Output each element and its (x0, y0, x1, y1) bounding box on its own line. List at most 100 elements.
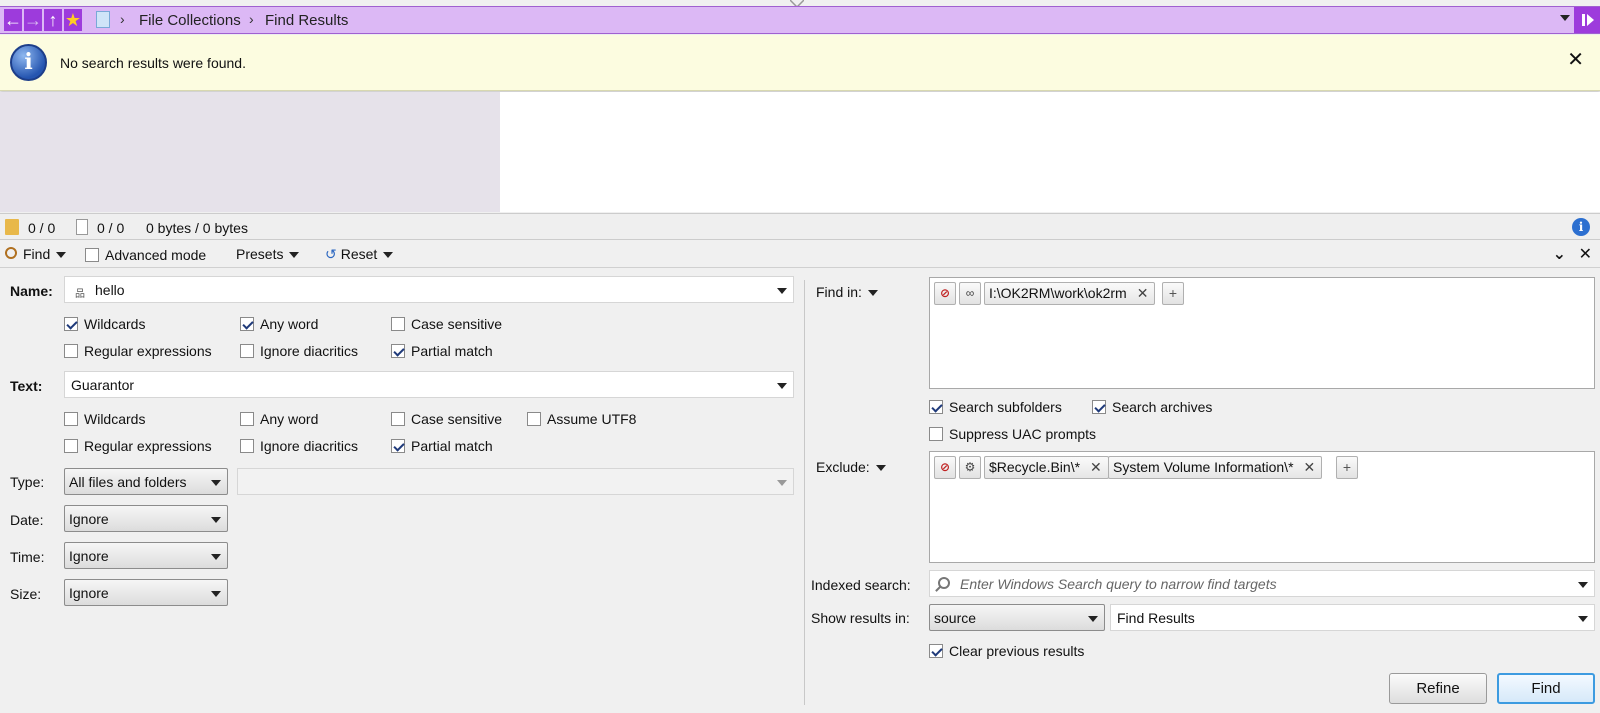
breadcrumb-separator: › (249, 11, 254, 27)
checkbox-label: Any word (260, 316, 319, 332)
name-label: Name: (10, 283, 53, 299)
exclude-path-chip[interactable]: $Recycle.Bin\* ✕ (984, 456, 1109, 479)
search-subfolders-checkbox[interactable]: Search subfolders (929, 399, 1062, 415)
find-in-path-chip[interactable]: I:\OK2RM\work\ok2rm ✕ (984, 282, 1156, 305)
checkbox-label: Ignore diacritics (260, 343, 359, 359)
checkbox-box (391, 317, 405, 331)
folder-exclude-icon[interactable]: ⊘ (934, 456, 956, 479)
time-select[interactable]: Ignore (64, 542, 228, 569)
name-any-word-checkbox[interactable]: Any word (240, 316, 318, 332)
type-select[interactable]: All files and folders (64, 468, 228, 495)
exclude-locations[interactable]: ⊘ ⚙ $Recycle.Bin\* ✕ System Volume Inform… (929, 451, 1595, 563)
chevron-down-icon (875, 465, 886, 472)
notification-bar: i No search results were found. ✕ (0, 35, 1600, 91)
advanced-mode-label: Advanced mode (105, 247, 207, 263)
breadcrumb-item-file-collections[interactable]: File Collections (139, 12, 241, 29)
add-exclusion-button[interactable]: + (1336, 456, 1358, 479)
results-target-select[interactable]: Find Results (1110, 604, 1595, 631)
folder-count: 0 / 0 (28, 220, 56, 236)
chevron-down-icon[interactable] (1578, 582, 1588, 588)
text-wildcards-checkbox[interactable]: Wildcards (64, 411, 145, 427)
show-results-label: Show results in: (811, 610, 910, 626)
pane-icon (1582, 14, 1585, 26)
clear-previous-checkbox[interactable]: Clear previous results (929, 643, 1084, 659)
chevron-down-icon (211, 591, 221, 597)
date-select[interactable]: Ignore (64, 505, 228, 532)
checkbox-box (240, 344, 254, 358)
breadcrumb-separator: › (120, 11, 125, 27)
text-assume-utf8-checkbox[interactable]: Assume UTF8 (527, 411, 636, 427)
chevron-down-icon[interactable] (777, 288, 787, 294)
checkbox-box (1092, 400, 1106, 414)
time-value: Ignore (69, 548, 109, 564)
collapse-icon[interactable]: ⌄ (1553, 244, 1566, 264)
checkbox-label: Clear previous results (949, 643, 1085, 659)
chevron-down-icon[interactable] (777, 383, 787, 389)
remove-icon[interactable]: ✕ (1304, 459, 1316, 475)
close-icon[interactable]: ✕ (1567, 47, 1584, 72)
file-list-pane[interactable] (500, 92, 1600, 212)
name-wildcards-checkbox[interactable]: Wildcards (64, 316, 145, 332)
name-input[interactable]: 品 hello (64, 276, 794, 303)
back-arrow-icon[interactable]: ← (4, 9, 22, 31)
favorites-star-icon[interactable]: ★ (64, 9, 82, 31)
find-in-menu[interactable]: Find in: (816, 284, 878, 300)
remove-icon[interactable]: ✕ (1137, 285, 1149, 301)
text-ignore-diacritics-checkbox[interactable]: Ignore diacritics (240, 438, 358, 454)
file-icon (76, 219, 88, 235)
size-value: Ignore (69, 585, 109, 601)
address-dropdown-icon[interactable] (1560, 15, 1570, 21)
checkbox-label: Case sensitive (411, 411, 503, 427)
forward-arrow-icon[interactable]: → (24, 9, 42, 31)
indexed-search-input[interactable]: Enter Windows Search query to narrow fin… (929, 570, 1595, 597)
results-source-select[interactable]: source (929, 604, 1105, 631)
checkbox-box (240, 439, 254, 453)
breadcrumb-item-find-results[interactable]: Find Results (265, 12, 348, 29)
find-in-locations[interactable]: ⊘ ∞ I:\OK2RM\work\ok2rm ✕ + (929, 277, 1595, 389)
folder-exclude-icon[interactable]: ⊘ (934, 282, 956, 305)
exclude-menu[interactable]: Exclude: (816, 459, 886, 475)
date-label: Date: (10, 512, 44, 528)
name-partial-match-checkbox[interactable]: Partial match (391, 343, 493, 359)
gear-icon[interactable]: ⚙ (959, 456, 981, 479)
checkbox-box (929, 400, 943, 414)
text-regex-checkbox[interactable]: Regular expressions (64, 438, 212, 454)
link-icon[interactable]: ∞ (959, 282, 981, 305)
presets-menu-button[interactable]: Presets (236, 246, 300, 262)
find-button[interactable]: Find (1497, 673, 1595, 704)
reset-menu-button[interactable]: ↺ Reset (325, 246, 394, 263)
checkbox-box (64, 344, 78, 358)
add-location-button[interactable]: + (1162, 282, 1184, 305)
text-input[interactable]: Guarantor (64, 371, 794, 398)
text-partial-match-checkbox[interactable]: Partial match (391, 438, 493, 454)
checkbox-label: Regular expressions (84, 343, 212, 359)
find-in-label: Find in: (816, 284, 862, 300)
size-select[interactable]: Ignore (64, 579, 228, 606)
name-ignore-diacritics-checkbox[interactable]: Ignore diacritics (240, 343, 358, 359)
type-detail-input[interactable] (237, 468, 794, 495)
presets-label: Presets (236, 246, 284, 262)
checkbox-box (391, 344, 405, 358)
name-regex-checkbox[interactable]: Regular expressions (64, 343, 212, 359)
search-icon (938, 577, 950, 589)
info-icon[interactable]: i (1572, 218, 1590, 236)
folder-tree-pane[interactable] (0, 92, 500, 212)
remove-icon[interactable]: ✕ (1090, 459, 1102, 475)
panel-divider[interactable] (804, 280, 805, 705)
refine-button[interactable]: Refine (1389, 673, 1487, 704)
exclude-path-chip[interactable]: System Volume Information\* ✕ (1108, 456, 1323, 479)
reset-label: Reset (340, 246, 378, 262)
find-menu-button[interactable]: Find (23, 246, 67, 262)
text-case-sensitive-checkbox[interactable]: Case sensitive (391, 411, 502, 427)
text-any-word-checkbox[interactable]: Any word (240, 411, 318, 427)
advanced-mode-checkbox[interactable]: Advanced mode (85, 247, 206, 263)
type-label: Type: (10, 474, 45, 490)
suppress-uac-checkbox[interactable]: Suppress UAC prompts (929, 426, 1096, 442)
find-toolbar: Find Advanced mode Presets ↺ Reset ⌄ ✕ (0, 241, 1600, 268)
sidebar-toggle-button[interactable] (1574, 7, 1600, 33)
checkbox-label: Search subfolders (949, 399, 1062, 415)
search-archives-checkbox[interactable]: Search archives (1092, 399, 1212, 415)
close-icon[interactable]: ✕ (1579, 244, 1592, 264)
up-arrow-icon[interactable]: ↑ (44, 9, 62, 31)
name-case-sensitive-checkbox[interactable]: Case sensitive (391, 316, 502, 332)
